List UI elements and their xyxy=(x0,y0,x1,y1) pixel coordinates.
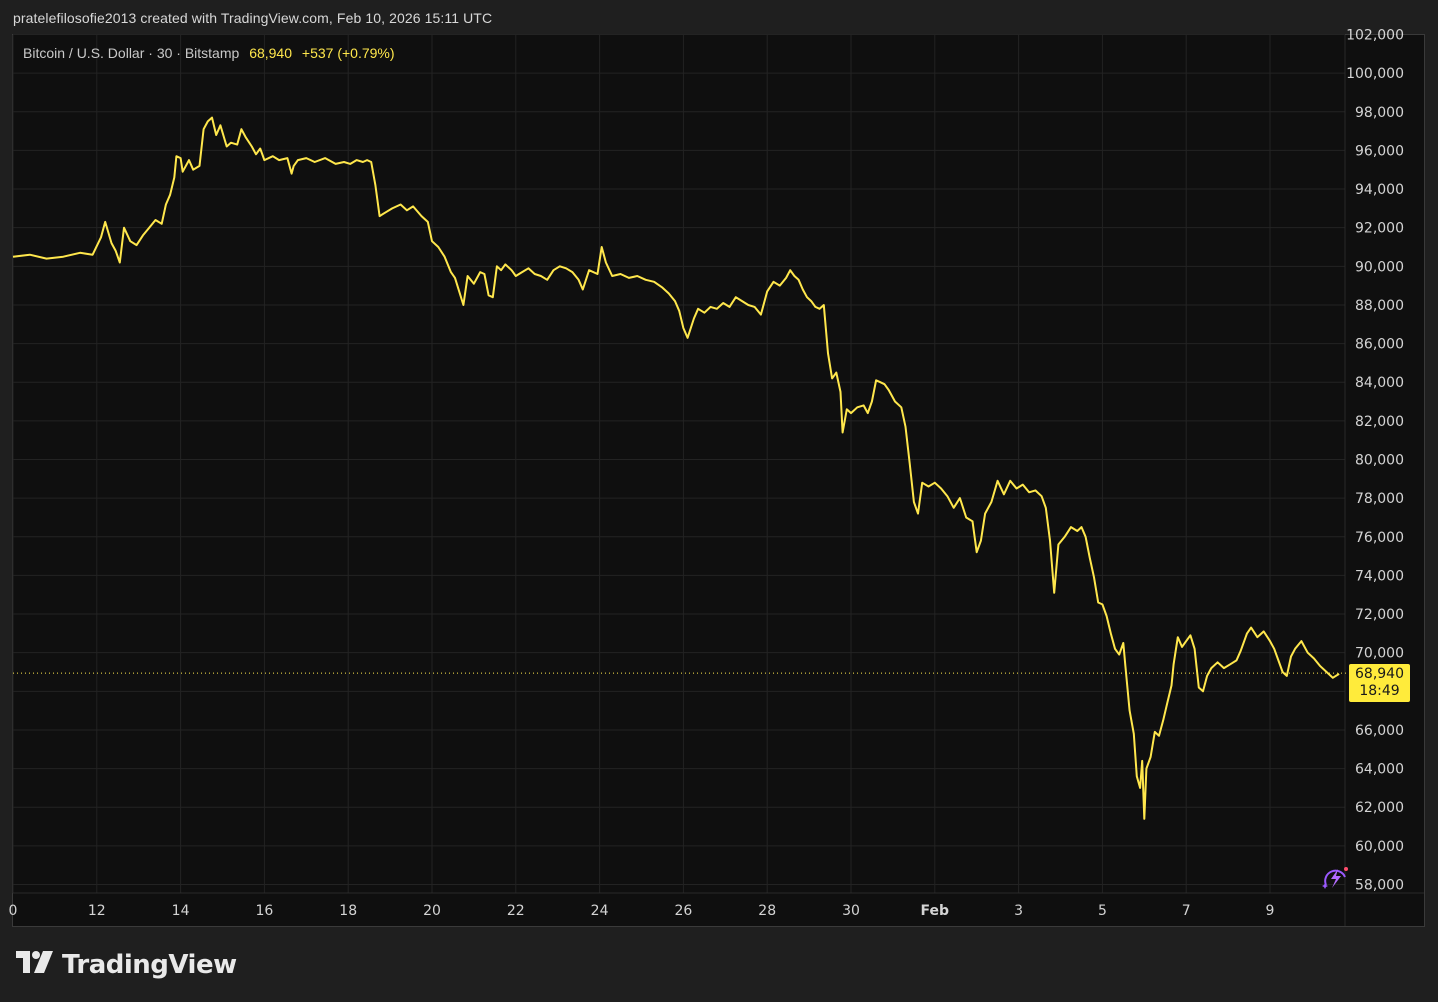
x-tick-label: 20 xyxy=(423,903,441,919)
legend-change: +537 (+0.79%) xyxy=(301,45,395,61)
x-tick-label: 14 xyxy=(172,903,190,919)
legend-price: 68,940 xyxy=(249,45,293,61)
x-tick-label: 5 xyxy=(1098,903,1107,919)
y-tick-label: 66,000 xyxy=(1355,723,1404,739)
y-tick-label: 98,000 xyxy=(1355,105,1404,121)
y-tick-label: 82,000 xyxy=(1355,414,1404,430)
y-axis: 58,00060,00062,00064,00066,00068,00070,0… xyxy=(1346,28,1404,894)
x-tick-label: 3 xyxy=(1014,903,1023,919)
x-tick-label: 7 xyxy=(1182,903,1191,919)
x-tick-label: 12 xyxy=(88,903,106,919)
x-tick-label: Feb xyxy=(921,903,950,919)
tradingview-logo[interactable]: TradingView xyxy=(16,950,237,980)
symbol-description: Bitcoin / U.S. Dollar · 30 · Bitstamp xyxy=(23,45,240,61)
x-tick-label: 18 xyxy=(339,903,357,919)
tradingview-logo-icon xyxy=(16,950,54,980)
x-tick-label: 22 xyxy=(507,903,525,919)
y-tick-label: 100,000 xyxy=(1346,66,1404,82)
y-tick-label: 102,000 xyxy=(1346,28,1404,44)
y-tick-label: 94,000 xyxy=(1355,182,1404,198)
last-price-tag: 68,940 18:49 xyxy=(1349,664,1410,702)
y-tick-label: 88,000 xyxy=(1355,298,1404,314)
x-tick-label: 9 xyxy=(1266,903,1275,919)
y-tick-label: 86,000 xyxy=(1355,337,1404,353)
last-price-label: 68,940 xyxy=(1355,666,1404,682)
x-tick-label: 28 xyxy=(758,903,776,919)
x-tick-label: 0 xyxy=(9,903,18,919)
y-tick-label: 78,000 xyxy=(1355,491,1404,507)
x-tick-label: 26 xyxy=(674,903,692,919)
y-tick-label: 72,000 xyxy=(1355,607,1404,623)
y-tick-label: 60,000 xyxy=(1355,839,1404,855)
x-tick-label: 24 xyxy=(591,903,609,919)
bar-countdown: 18:49 xyxy=(1359,683,1400,699)
price-chart[interactable]: 58,00060,00062,00064,00066,00068,00070,0… xyxy=(0,0,1438,1002)
logo-text: TradingView xyxy=(62,950,237,980)
lightning-icon[interactable] xyxy=(1320,863,1350,898)
x-tick-label: 16 xyxy=(255,903,273,919)
y-tick-label: 76,000 xyxy=(1355,530,1404,546)
y-tick-label: 92,000 xyxy=(1355,221,1404,237)
y-tick-label: 74,000 xyxy=(1355,568,1404,584)
y-tick-label: 90,000 xyxy=(1355,259,1404,275)
y-tick-label: 64,000 xyxy=(1355,762,1404,778)
y-tick-label: 70,000 xyxy=(1355,646,1404,662)
y-tick-label: 58,000 xyxy=(1355,878,1404,894)
chart-background xyxy=(13,35,1424,926)
y-tick-label: 62,000 xyxy=(1355,800,1404,816)
x-tick-label: 30 xyxy=(842,903,860,919)
y-tick-label: 80,000 xyxy=(1355,453,1404,469)
y-tick-label: 84,000 xyxy=(1355,375,1404,391)
y-tick-label: 96,000 xyxy=(1355,143,1404,159)
symbol-legend[interactable]: Bitcoin / U.S. Dollar · 30 · Bitstamp 68… xyxy=(23,45,395,61)
